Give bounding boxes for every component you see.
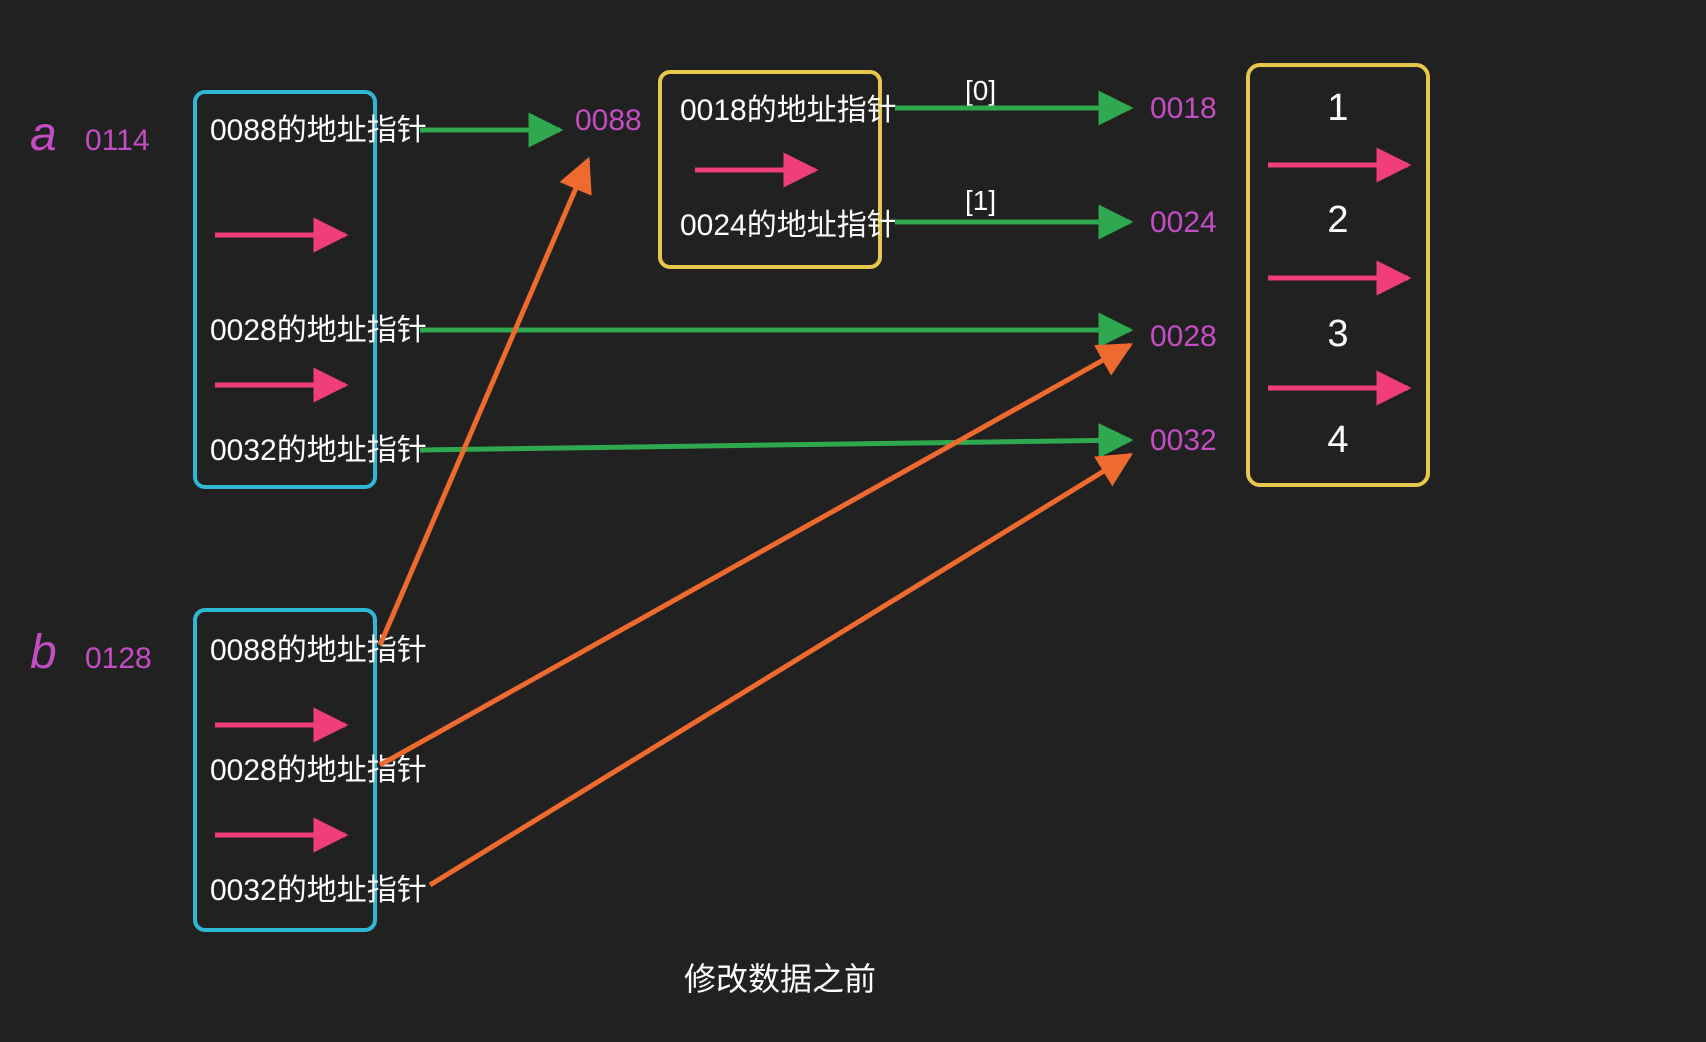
box-b-item-0: 0088的地址指针: [210, 634, 427, 667]
orange-arrow-icon: [430, 455, 1130, 885]
var-b-name: b: [30, 626, 57, 679]
box-a-item-2: 0032的地址指针: [210, 434, 427, 467]
value-3: 4: [1327, 419, 1348, 461]
value-0: 1: [1327, 87, 1348, 129]
index-0: [0]: [965, 75, 996, 106]
var-a-name: a: [30, 108, 57, 161]
diagram-canvas: a 0114 b 0128 0088的地址指针 0028的地址指针 0032的地…: [0, 0, 1706, 1042]
caption: 修改数据之前: [684, 961, 876, 997]
addr-0088: 0088: [575, 104, 642, 137]
index-1: [1]: [965, 185, 996, 216]
box-a-item-0: 0088的地址指针: [210, 114, 427, 147]
addr-0028: 0028: [1150, 320, 1217, 353]
inner-item-0: 0018的地址指针: [680, 94, 897, 127]
var-b-addr: 0128: [85, 642, 152, 675]
var-a-addr: 0114: [85, 124, 150, 157]
box-a: [195, 92, 375, 487]
box-a-item-1: 0028的地址指针: [210, 314, 427, 347]
addr-0018: 0018: [1150, 92, 1217, 125]
value-1: 2: [1327, 199, 1348, 241]
green-arrow-icon: [420, 440, 1130, 450]
box-b-item-2: 0032的地址指针: [210, 874, 427, 907]
orange-arrow-icon: [380, 345, 1130, 765]
addr-0032: 0032: [1150, 424, 1217, 457]
inner-item-1: 0024的地址指针: [680, 209, 897, 242]
value-2: 3: [1327, 313, 1348, 355]
orange-arrow-icon: [380, 160, 588, 645]
addr-0024: 0024: [1150, 206, 1217, 239]
